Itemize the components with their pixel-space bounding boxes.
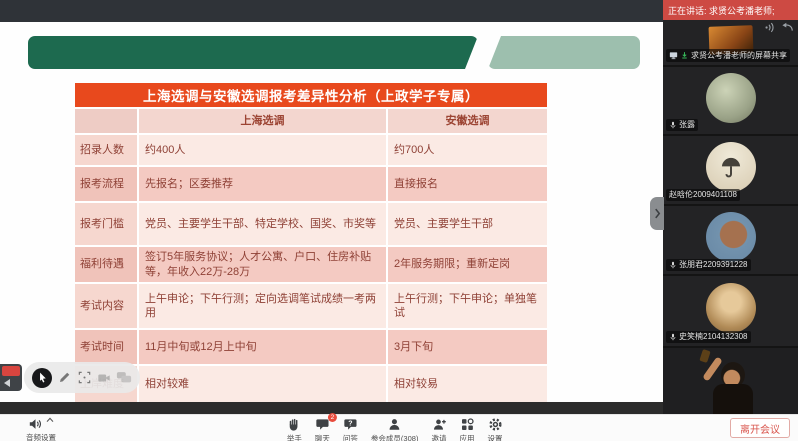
- leave-meeting-button[interactable]: 离开会议: [730, 418, 790, 438]
- cursor-icon: [36, 371, 49, 384]
- tile-label: 史笑楠2104132308: [666, 331, 751, 343]
- raise-hand-button[interactable]: 举手: [287, 417, 302, 441]
- qa-icon: ?: [343, 417, 358, 432]
- mic-icon: [669, 121, 677, 129]
- table-corner-cell: [75, 109, 137, 133]
- table-cell: 约400人: [139, 135, 386, 165]
- table-cell: 11月中旬或12月上中旬: [139, 330, 386, 364]
- shared-slide: 上海选调与安徽选调报考差异性分析（上政学子专属） 上海选调 安徽选调 招录人数 …: [0, 22, 663, 402]
- monitor-share-icon: [669, 51, 678, 60]
- screen-share-view: 上海选调与安徽选调报考差异性分析（上政学子专属） 上海选调 安徽选调 招录人数 …: [0, 0, 663, 414]
- row-label: 报考流程: [75, 167, 137, 201]
- banner-dark-green-shape: [28, 36, 478, 69]
- share-down-arrow-icon: [680, 51, 689, 60]
- slide-decorative-banner: [28, 36, 642, 69]
- camera-icon[interactable]: [97, 371, 111, 385]
- column-header-anhui: 安徽选调: [388, 109, 547, 133]
- avatar: [706, 212, 756, 262]
- tile-participant-video[interactable]: [663, 348, 798, 414]
- table-cell: 相对较易: [388, 366, 547, 402]
- tile-screen-share[interactable]: 求贤公考潘老师的屏幕共享: [663, 20, 798, 65]
- annotation-collapse-button[interactable]: [0, 364, 22, 391]
- volume-wave-icon: [764, 22, 777, 33]
- tile-label-screen-share: 求贤公考潘老师的屏幕共享: [666, 49, 790, 62]
- settings-button[interactable]: 设置: [487, 417, 502, 441]
- meeting-toolbar: 音频设置 举手 2: [0, 414, 798, 441]
- caret-up-icon[interactable]: [46, 417, 54, 423]
- column-header-shanghai: 上海选调: [139, 109, 386, 133]
- tile-participant[interactable]: 赵晗伦2009401108: [663, 136, 798, 204]
- members-icon: [387, 417, 402, 432]
- table-cell: 签订5年服务协议；人才公寓、户口、住房补贴等，年收入22万-28万: [139, 247, 386, 282]
- popout-arrow-icon[interactable]: [781, 22, 794, 33]
- speaking-status-banner: 正在讲话: 求贤公考潘老师;: [663, 0, 798, 20]
- slide-title: 上海选调与安徽选调报考差异性分析（上政学子专属）: [75, 83, 547, 107]
- table-cell: 先报名；区委推荐: [139, 167, 386, 201]
- meeting-app-window: 上海选调与安徽选调报考差异性分析（上政学子专属） 上海选调 安徽选调 招录人数 …: [0, 0, 798, 441]
- participants-sidebar: 正在讲话: 求贤公考潘老师;: [663, 0, 798, 414]
- tile-label: 张朋君2209391228: [666, 259, 751, 271]
- apps-icon: [459, 417, 474, 432]
- avatar: [706, 142, 756, 192]
- crop-icon[interactable]: [77, 370, 92, 385]
- chat-unread-badge: 2: [328, 413, 337, 422]
- tile-label: 赵晗伦2009401108: [666, 189, 740, 201]
- pencil-icon[interactable]: [57, 370, 72, 385]
- apps-button[interactable]: 应用: [459, 417, 474, 441]
- table-cell: 2年服务期限；重新定岗: [388, 247, 547, 282]
- row-label: 报考门槛: [75, 203, 137, 245]
- table-cell: 党员、主要学生干部、特定学校、国奖、市奖等: [139, 203, 386, 245]
- umbrella-icon: [718, 154, 744, 180]
- invite-button[interactable]: 邀请: [431, 417, 446, 441]
- tile-participant[interactable]: 张朋君2209391228: [663, 206, 798, 274]
- toolbar-center-group: 举手 2 聊天 ? 问答 参会: [287, 417, 503, 441]
- banner-light-green-shape: [488, 36, 640, 69]
- table-cell: 党员、主要学生干部: [388, 203, 547, 245]
- qa-button[interactable]: ? 问答: [343, 417, 358, 441]
- members-button[interactable]: 参会成员(308): [371, 417, 419, 441]
- row-label: 考试内容: [75, 284, 137, 328]
- audio-settings-label: 音频设置: [26, 432, 56, 441]
- table-cell: 3月下旬: [388, 330, 547, 364]
- comparison-table: 上海选调 安徽选调 招录人数 约400人 约700人 报考流程 先报名；区委推荐…: [75, 109, 547, 402]
- audio-settings-button[interactable]: 音频设置: [26, 417, 56, 441]
- mic-icon: [669, 333, 677, 341]
- tile-participant[interactable]: 史笑楠2104132308: [663, 276, 798, 346]
- sidebar-collapse-handle[interactable]: [650, 197, 664, 230]
- table-cell: 上午申论；下午行测；定向选调笔试成绩一考两用: [139, 284, 386, 328]
- audio-speaker-icon: [28, 417, 43, 431]
- participant-body: [713, 384, 753, 414]
- record-indicator: [2, 366, 20, 376]
- table-cell: 直接报名: [388, 167, 547, 201]
- table-cell: 相对较难: [139, 366, 386, 402]
- row-label: 招录人数: [75, 135, 137, 165]
- table-cell: 约700人: [388, 135, 547, 165]
- chat-button[interactable]: 2 聊天: [315, 417, 330, 441]
- tile-participant[interactable]: 张露: [663, 67, 798, 134]
- held-object: [699, 349, 710, 363]
- tile-label: 张露: [666, 119, 698, 131]
- annotation-tools-pill: [24, 362, 140, 393]
- cursor-tool-button[interactable]: [32, 368, 52, 388]
- svg-text:?: ?: [348, 421, 352, 428]
- invite-icon: [431, 417, 446, 432]
- avatar: [706, 73, 756, 123]
- chevron-left-icon: [4, 379, 10, 387]
- row-label: 福利待遇: [75, 247, 137, 282]
- row-label: 考试时间: [75, 330, 137, 364]
- avatar: [706, 283, 756, 333]
- settings-icon: [487, 417, 502, 432]
- raise-hand-icon: [287, 417, 302, 432]
- table-cell: 上午行测；下午申论；单独笔试: [388, 284, 547, 328]
- chevron-right-icon: [654, 208, 661, 219]
- chat-bubbles-icon[interactable]: [116, 370, 132, 385]
- mic-icon: [669, 261, 677, 269]
- shared-screen-top-strip: [0, 0, 663, 22]
